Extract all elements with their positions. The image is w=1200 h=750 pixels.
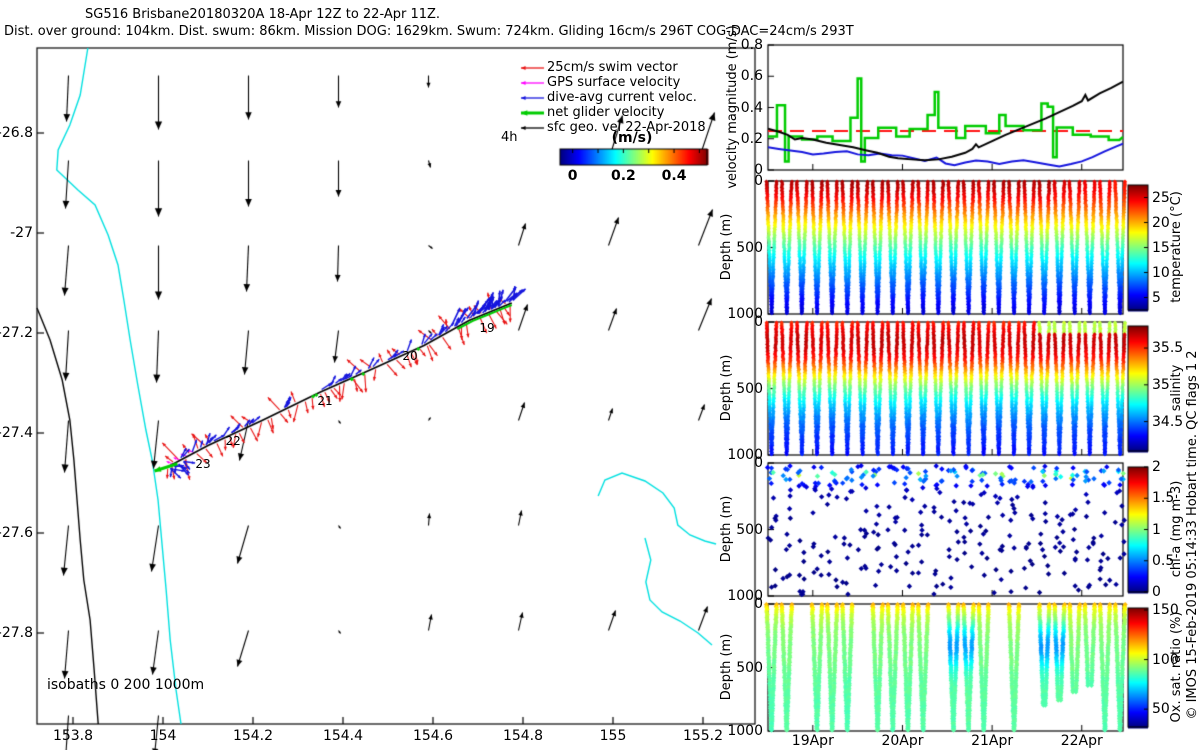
- map-ytick-label: -26.8: [0, 125, 33, 141]
- legend-item-label: net glider velocity: [547, 105, 665, 120]
- map-xtick-label: 154.6: [412, 728, 454, 744]
- salinity-ytick-label: 0: [754, 314, 763, 330]
- date-tick-label: 20Apr: [881, 733, 924, 749]
- oxygen-colorbar-tick-label: 150: [1152, 601, 1179, 618]
- oxygen-depth-axis-label: Depth (m): [719, 633, 734, 701]
- track-day-label: 21: [317, 393, 333, 408]
- salinity-colorbar-tick-label: 35.5: [1152, 340, 1184, 357]
- oxygen-ytick-label: 500: [736, 659, 763, 676]
- map-xtick-label: 153.8: [52, 728, 94, 744]
- chlorophyll-colorbar-tick-label: 0.5: [1152, 552, 1175, 569]
- velocity-ytick-label: 0.6: [740, 68, 763, 85]
- isobath-legend-label: isobaths 0 200 1000m: [47, 677, 205, 693]
- temperature-colorbar-tick-label: 5: [1152, 289, 1161, 306]
- temperature-ytick-label: 500: [736, 239, 763, 256]
- track-day-label: 22: [225, 433, 241, 448]
- map-ytick-label: -27.4: [0, 425, 33, 441]
- chlorophyll-colorbar-tick-label: 1: [1152, 521, 1161, 538]
- map-xtick-label: 154.2: [232, 728, 274, 744]
- velocity-ytick-label: 0.4: [740, 99, 763, 116]
- imos-copyright-caption: © IMOS 15-Feb-2019 05:14:33 Hobart time.…: [1185, 350, 1200, 720]
- legend-item-label: dive-avg current veloc.: [547, 90, 697, 105]
- legend-arrow-duration-label: 4h: [501, 130, 518, 145]
- map-ytick-label: -27.6: [0, 525, 33, 541]
- salinity-colorbar-tick-label: 35: [1152, 376, 1170, 393]
- date-tick-label: 19Apr: [791, 733, 834, 749]
- salinity-ytick-label: 500: [736, 380, 763, 397]
- temperature-ytick-label: 0: [754, 173, 763, 189]
- chlorophyll-colorbar-tick-label: 2: [1152, 459, 1161, 475]
- map-xtick-label: 155.2: [682, 728, 724, 744]
- map-colorbar-tick-label: 0.4: [661, 168, 687, 184]
- date-tick-label: 22Apr: [1060, 733, 1103, 749]
- track-day-label: 23: [195, 457, 211, 471]
- track-day-label: 20: [402, 348, 418, 363]
- figure-root: SG516 Brisbane20180320A 18-Apr 12Z to 22…: [0, 0, 1200, 750]
- temperature-colorbar-tick-label: 15: [1152, 239, 1170, 256]
- chlorophyll-ytick-label: 0: [754, 455, 763, 471]
- oxygen-colorbar-tick-label: 50: [1152, 701, 1170, 718]
- salinity-colorbar-label: salinity: [1169, 364, 1184, 412]
- map-xtick-label: 154.4: [322, 728, 364, 744]
- map-colorbar-tick-label: 0.2: [610, 168, 636, 184]
- oxygen-ytick-label: 1000: [727, 723, 763, 739]
- date-tick-label: 21Apr: [971, 733, 1014, 749]
- chlorophyll-ytick-label: 500: [736, 521, 763, 538]
- salinity-colorbar-tick-label: 34.5: [1152, 413, 1184, 430]
- map-xtick-label: 154.8: [502, 728, 544, 744]
- temperature-depth-axis-label: Depth (m): [719, 213, 734, 281]
- map-colorbar-tick-label: 0: [567, 168, 578, 184]
- legend-item-label: GPS surface velocity: [547, 75, 681, 90]
- figure-title: SG516 Brisbane20180320A 18-Apr 12Z to 22…: [85, 7, 441, 22]
- temperature-colorbar-tick-label: 10: [1152, 264, 1170, 281]
- map-ytick-label: -27.2: [0, 325, 33, 341]
- velocity-ytick-label: 0.8: [740, 37, 763, 53]
- salinity-depth-axis-label: Depth (m): [719, 354, 734, 422]
- track-day-label: 19: [479, 321, 495, 335]
- chlorophyll-colorbar-tick-label: 0: [1152, 584, 1161, 600]
- map-ytick-label: -27.8: [0, 625, 33, 641]
- legend-item-label: 25cm/s swim vector: [547, 60, 678, 75]
- map-ytick-label: -27: [10, 225, 33, 241]
- chl-depth-axis-label: Depth (m): [719, 495, 734, 563]
- temperature-colorbar-tick-label: 25: [1152, 189, 1170, 206]
- oxygen-ytick-label: 0: [754, 596, 763, 612]
- velocity-ytick-label: 0.2: [740, 130, 763, 147]
- oxygen-colorbar-tick-label: 100: [1152, 651, 1179, 668]
- map-xtick-label: 155: [599, 728, 627, 744]
- temperature-colorbar-tick-label: 20: [1152, 214, 1170, 231]
- map-xtick-label: 154: [149, 728, 177, 744]
- legend-item-label: sfc geo. vel 22-Apr-2018: [547, 120, 706, 135]
- velocity-axis-label: velocity magnitude (m/s): [725, 25, 740, 189]
- chlorophyll-colorbar-tick-label: 1.5: [1152, 490, 1175, 507]
- temperature-colorbar-label: temperature (°C): [1169, 191, 1184, 303]
